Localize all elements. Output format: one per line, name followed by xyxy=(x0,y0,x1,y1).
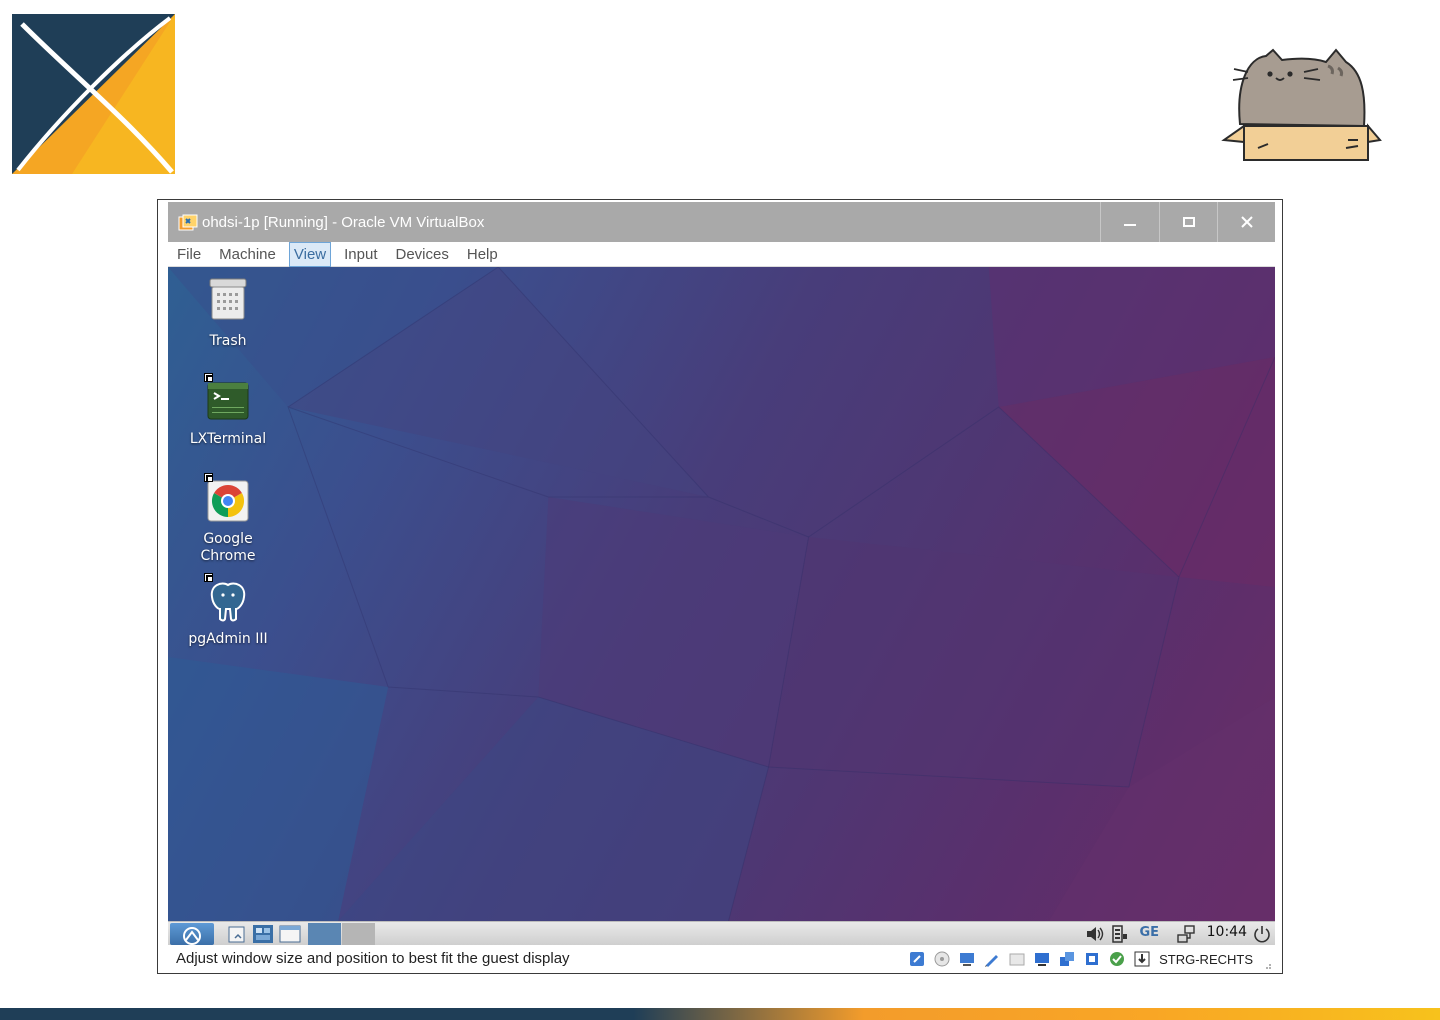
power-icon[interactable] xyxy=(1252,924,1272,944)
volume-icon[interactable] xyxy=(1085,925,1105,943)
optical-drive-status-icon[interactable] xyxy=(933,950,951,968)
menu-machine[interactable]: Machine xyxy=(214,242,281,267)
terminal-icon xyxy=(207,382,249,420)
desktop-wallpaper xyxy=(168,267,1275,921)
virtualbox-window: ohdsi-1p [Running] - Oracle VM VirtualBo… xyxy=(157,199,1283,974)
desktop-icon-label: LXTerminal xyxy=(189,431,267,447)
virtualbox-app-icon xyxy=(178,214,198,231)
window-list-launcher[interactable] xyxy=(278,923,302,945)
folder-icon xyxy=(228,926,245,943)
desktop-switcher-launcher[interactable] xyxy=(251,923,275,945)
cpu-status-icon[interactable] xyxy=(1083,950,1101,968)
guest-desktop[interactable]: Trash LXTerminal Google Chrome pgAdmin I… xyxy=(168,267,1275,921)
minimize-button[interactable] xyxy=(1100,202,1158,242)
menu-input[interactable]: Input xyxy=(339,242,382,267)
panel-clock[interactable]: 10:44 xyxy=(1207,924,1247,940)
window-icon xyxy=(279,925,301,943)
resize-grip-icon[interactable] xyxy=(1262,960,1272,970)
network-adapter-status-icon[interactable] xyxy=(1058,950,1076,968)
status-message: Adjust window size and position to best … xyxy=(176,950,570,967)
close-button[interactable] xyxy=(1217,202,1275,242)
network-icon[interactable] xyxy=(1175,924,1197,944)
close-icon xyxy=(1240,216,1253,228)
cat-in-box-illustration xyxy=(1221,48,1382,161)
chrome-icon xyxy=(207,480,249,522)
display-status-icon[interactable] xyxy=(1033,950,1051,968)
shared-folder-status-icon[interactable] xyxy=(1008,950,1026,968)
menu-bar: File Machine View Input Devices Help xyxy=(168,241,1275,267)
desktop-preview-icon xyxy=(253,925,273,943)
window-title: ohdsi-1p [Running] - Oracle VM VirtualBo… xyxy=(202,214,485,231)
start-menu-button[interactable] xyxy=(170,923,214,945)
workspace-2[interactable] xyxy=(342,923,375,945)
keyboard-layout-indicator[interactable]: GE xyxy=(1139,925,1159,940)
status-bar: Adjust window size and position to best … xyxy=(168,946,1275,973)
ohdsi-logo xyxy=(12,14,175,174)
file-manager-launcher[interactable] xyxy=(226,923,248,945)
desktop-icon-label: pgAdmin III xyxy=(188,631,268,647)
host-key-indicator: STRG-RECHTS xyxy=(1159,951,1253,967)
device-status-icons: STRG-RECHTS xyxy=(901,950,1253,968)
maximize-icon xyxy=(1182,217,1195,227)
mouse-integration-status-icon[interactable] xyxy=(1133,950,1151,968)
virtualization-status-icon[interactable] xyxy=(1108,950,1126,968)
minimize-icon xyxy=(1123,224,1136,226)
desktop-icon-label: Google Chrome xyxy=(200,531,256,564)
shortcut-arrow-icon xyxy=(204,373,213,382)
pgadmin-elephant-icon xyxy=(210,582,246,622)
shortcut-arrow-icon xyxy=(204,473,213,482)
shortcut-arrow-icon xyxy=(204,573,213,582)
desktop-icon-trash[interactable]: Trash xyxy=(173,277,283,350)
workspace-1[interactable] xyxy=(308,923,341,945)
menu-view[interactable]: View xyxy=(288,241,332,267)
maximize-button[interactable] xyxy=(1159,202,1217,242)
guest-taskbar: GE 10:44 xyxy=(168,921,1275,945)
desktop-icon-label: Trash xyxy=(209,333,247,349)
hard-disk-status-icon[interactable] xyxy=(908,950,926,968)
window-titlebar[interactable]: ohdsi-1p [Running] - Oracle VM VirtualBo… xyxy=(168,202,1275,242)
menu-devices[interactable]: Devices xyxy=(391,242,454,267)
audio-status-icon[interactable] xyxy=(958,950,976,968)
menu-file[interactable]: File xyxy=(172,242,206,267)
lxde-logo-icon xyxy=(183,927,201,945)
trash-icon xyxy=(209,278,247,320)
menu-help[interactable]: Help xyxy=(462,242,503,267)
usb-pen-status-icon[interactable] xyxy=(983,950,1001,968)
desktop-icon-google-chrome[interactable]: Google Chrome xyxy=(173,473,283,565)
battery-power-icon[interactable] xyxy=(1109,924,1129,944)
slide-footer-bar xyxy=(0,1008,1440,1020)
desktop-icon-pgadmin[interactable]: pgAdmin III xyxy=(173,573,283,648)
desktop-icon-lxterminal[interactable]: LXTerminal xyxy=(173,373,283,448)
